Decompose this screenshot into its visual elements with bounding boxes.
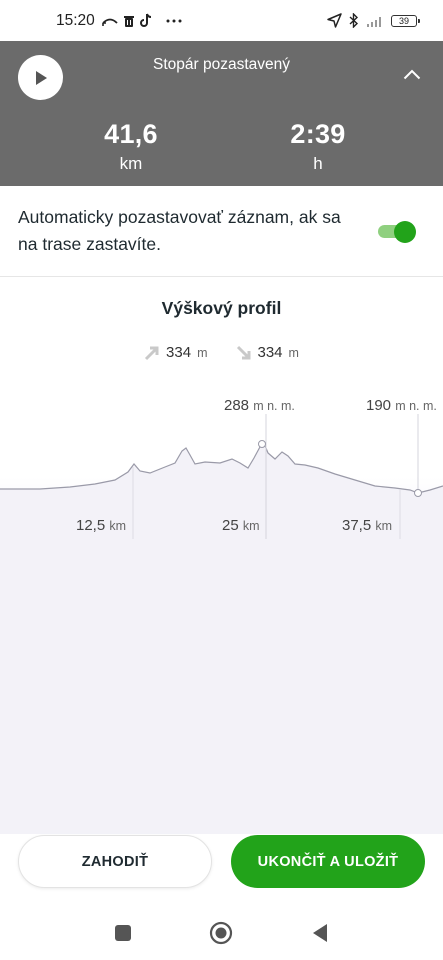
- auto-pause-row: Automaticky pozastavovať záznam, ak sa n…: [0, 186, 443, 277]
- chevron-up-icon: [403, 69, 421, 80]
- status-bar: 15:20 39: [0, 0, 443, 41]
- missed-call-icon: [101, 15, 118, 27]
- tracker-status-title: Stopár pozastavený: [152, 56, 290, 73]
- recent-apps-button[interactable]: [110, 920, 136, 946]
- duration-value: 2:39: [290, 119, 346, 149]
- distance-tick-label: 37,5 km: [342, 517, 392, 534]
- collapse-button[interactable]: [403, 67, 421, 85]
- bluetooth-icon: [349, 13, 359, 28]
- end-marker-label: 190 m n. m.: [366, 397, 437, 414]
- location-arrow-icon: [327, 13, 342, 28]
- distance-unit: km: [119, 154, 143, 173]
- system-nav-bar: [0, 906, 443, 960]
- tiktok-icon: [139, 13, 153, 28]
- elevation-profile: Výškový profil 334 m 334 m 288 m n. m. 1…: [0, 277, 443, 834]
- auto-pause-toggle[interactable]: [378, 221, 416, 243]
- distance-stat: 41,6 km: [61, 119, 201, 174]
- trash-icon: [123, 14, 135, 28]
- signal-icon: [366, 15, 384, 27]
- toggle-knob: [394, 221, 416, 243]
- distance-tick-label: 25 km: [222, 517, 260, 534]
- end-point: [414, 489, 422, 497]
- max-marker-label: 288 m n. m.: [224, 397, 295, 414]
- battery-indicator: 39: [391, 14, 420, 27]
- elevation-chart: 288 m n. m. 190 m n. m. 12,5 km 25 km 37…: [0, 397, 443, 577]
- recent-apps-icon: [115, 925, 131, 941]
- more-dots-icon: [166, 19, 182, 23]
- max-point: [258, 440, 266, 448]
- auto-pause-label: Automaticky pozastavovať záznam, ak sa n…: [18, 207, 341, 254]
- home-button[interactable]: [208, 920, 234, 946]
- duration-stat: 2:39 h: [248, 119, 388, 174]
- finish-and-save-button[interactable]: UKONČIŤ A ULOŽIŤ: [231, 835, 425, 888]
- distance-tick-label: 12,5 km: [76, 517, 126, 534]
- home-icon: [209, 921, 233, 945]
- back-button[interactable]: [307, 920, 333, 946]
- status-time: 15:20: [56, 11, 95, 29]
- discard-button[interactable]: ZAHODIŤ: [18, 835, 212, 888]
- distance-value: 41,6: [104, 119, 158, 149]
- tracker-header: Stopár pozastavený 41,6 km 2:39 h: [0, 41, 443, 186]
- back-icon: [313, 924, 327, 942]
- duration-unit: h: [313, 154, 323, 173]
